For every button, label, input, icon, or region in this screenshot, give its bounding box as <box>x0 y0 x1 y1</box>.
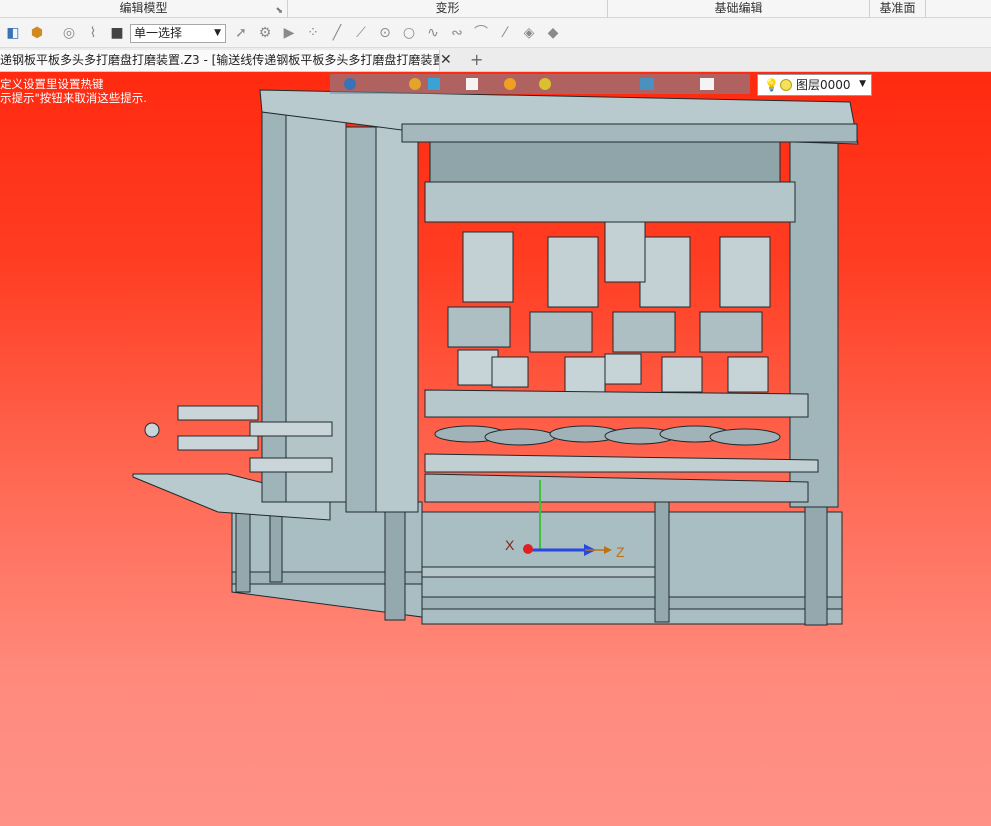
shape-icon[interactable]: ◆ <box>544 24 562 42</box>
ribbon-group-deform[interactable]: 变形 <box>288 0 608 18</box>
pin-icon[interactable]: ⌇ <box>84 24 102 42</box>
assembly-model[interactable]: X Z <box>0 72 991 826</box>
circle-icon[interactable]: ○ <box>400 24 418 42</box>
ribbon-group-label: 变形 <box>435 1 460 15</box>
select-mode-dropdown[interactable]: 单一选择 ▼ <box>130 24 226 43</box>
ribbon-group-datum-plane[interactable]: 基准面 <box>870 0 926 18</box>
curve-icon[interactable]: ∾ <box>448 24 466 42</box>
play-icon[interactable]: ▶ <box>280 24 298 42</box>
cursor-icon[interactable]: ➚ <box>232 24 250 42</box>
arc-icon[interactable]: ⌒ <box>472 24 490 42</box>
segment-icon[interactable]: ⟋ <box>352 24 370 42</box>
edge-icon[interactable]: ⁄ <box>496 24 514 42</box>
graphics-viewport[interactable]: 定义设置里设置热键 示提示"按钮来取消这些提示. X Z 💡 图层0000 ▼ <box>0 72 991 826</box>
face-icon[interactable]: ◈ <box>520 24 538 42</box>
lightbulb-icon[interactable]: 💡 <box>764 75 779 95</box>
pick-icon[interactable]: ⬢ <box>28 24 46 42</box>
ribbon-group-label: 编辑模型 <box>119 1 168 15</box>
stop-icon[interactable]: ■ <box>108 24 126 42</box>
chevron-down-icon: ▼ <box>214 28 221 38</box>
axis-x-label: X <box>505 537 515 553</box>
ribbon-group-label: 基础编辑 <box>714 1 763 15</box>
view-toolbar-strip <box>330 74 750 94</box>
layer-color-swatch <box>780 79 792 91</box>
close-tab-icon[interactable]: ✕ <box>440 52 452 68</box>
ribbon-group-basic-edit[interactable]: 基础编辑 <box>608 0 870 18</box>
document-tab-title: 递钢板平板多头多打磨盘打磨装置.Z3 - [输送线传递钢板平板多头多打磨盘打磨装… <box>0 53 440 67</box>
chevron-down-icon: ▼ <box>859 79 866 89</box>
axis-z-label: Z <box>616 544 625 560</box>
document-tab-bar: 递钢板平板多头多打磨盘打磨装置.Z3 - [输送线传递钢板平板多头多打磨盘打磨装… <box>0 48 991 72</box>
snap-icon[interactable]: ◎ <box>60 24 78 42</box>
filter-select-icon[interactable]: ⚙ <box>256 24 274 42</box>
point-icon[interactable]: ⁘ <box>304 24 322 42</box>
select-mode-value: 单一选择 <box>134 26 183 40</box>
spline-icon[interactable]: ∿ <box>424 24 442 42</box>
filter-icon[interactable]: ◧ <box>4 24 22 42</box>
layer-name: 图层0000 <box>796 78 851 92</box>
document-tab[interactable]: 递钢板平板多头多打磨盘打磨装置.Z3 - [输送线传递钢板平板多头多打磨盘打磨装… <box>0 50 440 71</box>
line-icon[interactable]: ╱ <box>328 24 346 42</box>
ribbon-group-row: 编辑模型 ⬊ 变形 基础编辑 基准面 <box>0 0 991 18</box>
circle-center-icon[interactable]: ⊙ <box>376 24 394 42</box>
quick-toolbar: ◧ ⬢ ◎ ⌇ ■ 单一选择 ▼ ➚ ⚙ ▶ ⁘ ╱ ⟋ ⊙ ○ ∿ ∾ ⌒ ⁄… <box>0 18 991 48</box>
add-tab-icon[interactable]: + <box>470 50 483 69</box>
layer-dropdown[interactable]: 💡 图层0000 ▼ <box>757 74 872 96</box>
ribbon-group-label: 基准面 <box>879 1 916 15</box>
ribbon-group-edit-model[interactable]: 编辑模型 ⬊ <box>0 0 288 18</box>
